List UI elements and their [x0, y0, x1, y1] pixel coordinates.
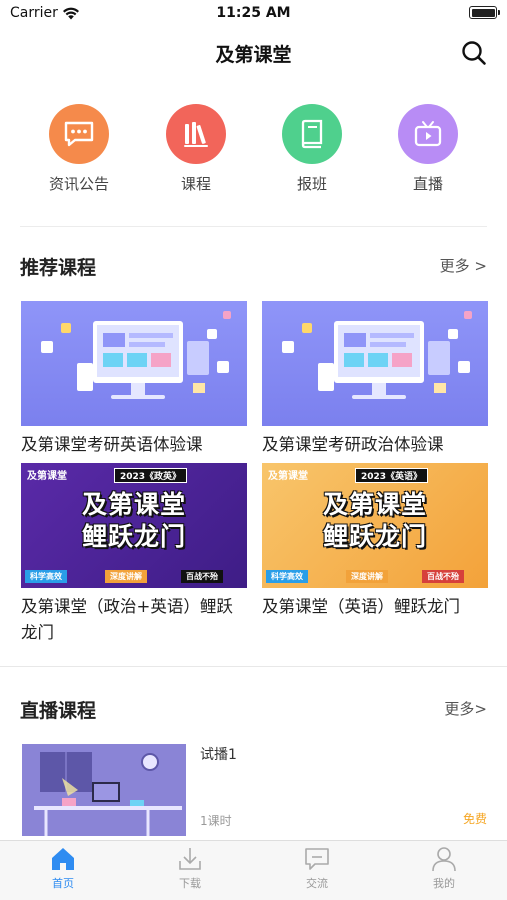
message-icon: [49, 104, 109, 164]
tab-label: 我的: [433, 877, 455, 890]
promo-tag: 百战不殆: [422, 570, 464, 583]
search-icon[interactable]: [461, 40, 487, 66]
live-section-title: 直播课程: [20, 700, 97, 722]
tab-label: 首页: [52, 877, 74, 890]
promo-tag: 科学高效: [25, 570, 67, 583]
promo-logo: 及第课堂: [27, 471, 67, 482]
promo-line: 鲤跃龙门: [81, 522, 186, 551]
tab-chat[interactable]: 交流: [254, 845, 380, 891]
category-news[interactable]: 资讯公告: [29, 104, 129, 194]
page-title: 及第课堂: [215, 44, 292, 66]
download-icon: [179, 848, 201, 870]
status-bar: Carrier 11:25 AM: [0, 0, 507, 28]
live-course-hours: 1课时: [200, 814, 232, 828]
category-label: 报班: [296, 175, 327, 193]
tab-label: 下载: [179, 877, 201, 890]
battery-icon: [469, 6, 500, 19]
clock: 11:25 AM: [216, 5, 291, 21]
course-title: 及第课堂（政治+英语）鲤跃龙门: [21, 597, 233, 642]
promo-tag: 深度讲解: [346, 570, 388, 583]
tab-bar: 首页 下载 交流 我的: [0, 840, 507, 900]
course-card[interactable]: 及第课堂 2023《政英》 及第课堂 鲤跃龙门 科学高效 深度讲解 百战不殆 及…: [21, 463, 247, 646]
category-label: 资讯公告: [48, 175, 109, 193]
promo-line: 及第课堂: [81, 490, 186, 519]
course-card[interactable]: 及第课堂 2023《英语》 及第课堂 鲤跃龙门 科学高效 深度讲解 百战不殆 及…: [262, 463, 488, 620]
tab-download[interactable]: 下载: [127, 845, 253, 891]
tab-label: 交流: [306, 877, 328, 890]
section-divider: [0, 666, 507, 667]
promo-headline: 及第课堂 鲤跃龙门: [21, 489, 247, 553]
course-title: 及第课堂（英语）鲤跃龙门: [262, 597, 460, 616]
tv-icon: [398, 104, 458, 164]
category-enroll[interactable]: 报班: [262, 104, 362, 194]
person-icon: [432, 847, 456, 872]
category-live[interactable]: 直播: [378, 104, 478, 194]
books-icon: [166, 104, 226, 164]
category-shortcuts: 资讯公告 课程 报班 直播: [0, 104, 507, 204]
promo-headline: 及第课堂 鲤跃龙门: [262, 489, 488, 553]
course-title: 及第课堂考研政治体验课: [262, 435, 444, 454]
chat-icon: [305, 848, 329, 870]
course-card[interactable]: 及第课堂考研政治体验课: [262, 301, 488, 458]
course-thumbnail: 及第课堂 2023《英语》 及第课堂 鲤跃龙门 科学高效 深度讲解 百战不殆: [262, 463, 488, 588]
course-card[interactable]: 及第课堂考研英语体验课: [21, 301, 247, 458]
divider: [20, 226, 487, 227]
course-thumbnail: [262, 301, 488, 426]
course-thumbnail: 及第课堂 2023《政英》 及第课堂 鲤跃龙门 科学高效 深度讲解 百战不殆: [21, 463, 247, 588]
book-icon: [282, 104, 342, 164]
home-icon: [52, 848, 74, 870]
recommended-section-title: 推荐课程: [20, 257, 97, 279]
recommended-more-link[interactable]: 更多 >: [440, 255, 487, 276]
promo-tag: 深度讲解: [105, 570, 147, 583]
live-course-price: 免费: [462, 812, 487, 826]
promo-year: 2023《政英》: [114, 468, 188, 483]
category-label: 直播: [412, 175, 443, 193]
category-label: 课程: [180, 175, 211, 193]
live-course-title[interactable]: 试播1: [200, 744, 237, 764]
promo-year: 2023《英语》: [355, 468, 429, 483]
course-title: 及第课堂考研英语体验课: [21, 435, 203, 454]
tab-profile[interactable]: 我的: [381, 845, 507, 891]
promo-line: 及第课堂: [322, 490, 427, 519]
course-thumbnail: [21, 301, 247, 426]
promo-tag: 科学高效: [266, 570, 308, 583]
promo-line: 鲤跃龙门: [322, 522, 427, 551]
promo-logo: 及第课堂: [268, 471, 308, 482]
live-course-thumbnail[interactable]: [22, 744, 186, 836]
promo-tag: 百战不殆: [181, 570, 223, 583]
live-more-link[interactable]: 更多>: [444, 698, 487, 719]
tab-home[interactable]: 首页: [0, 845, 126, 891]
category-courses[interactable]: 课程: [146, 104, 246, 194]
